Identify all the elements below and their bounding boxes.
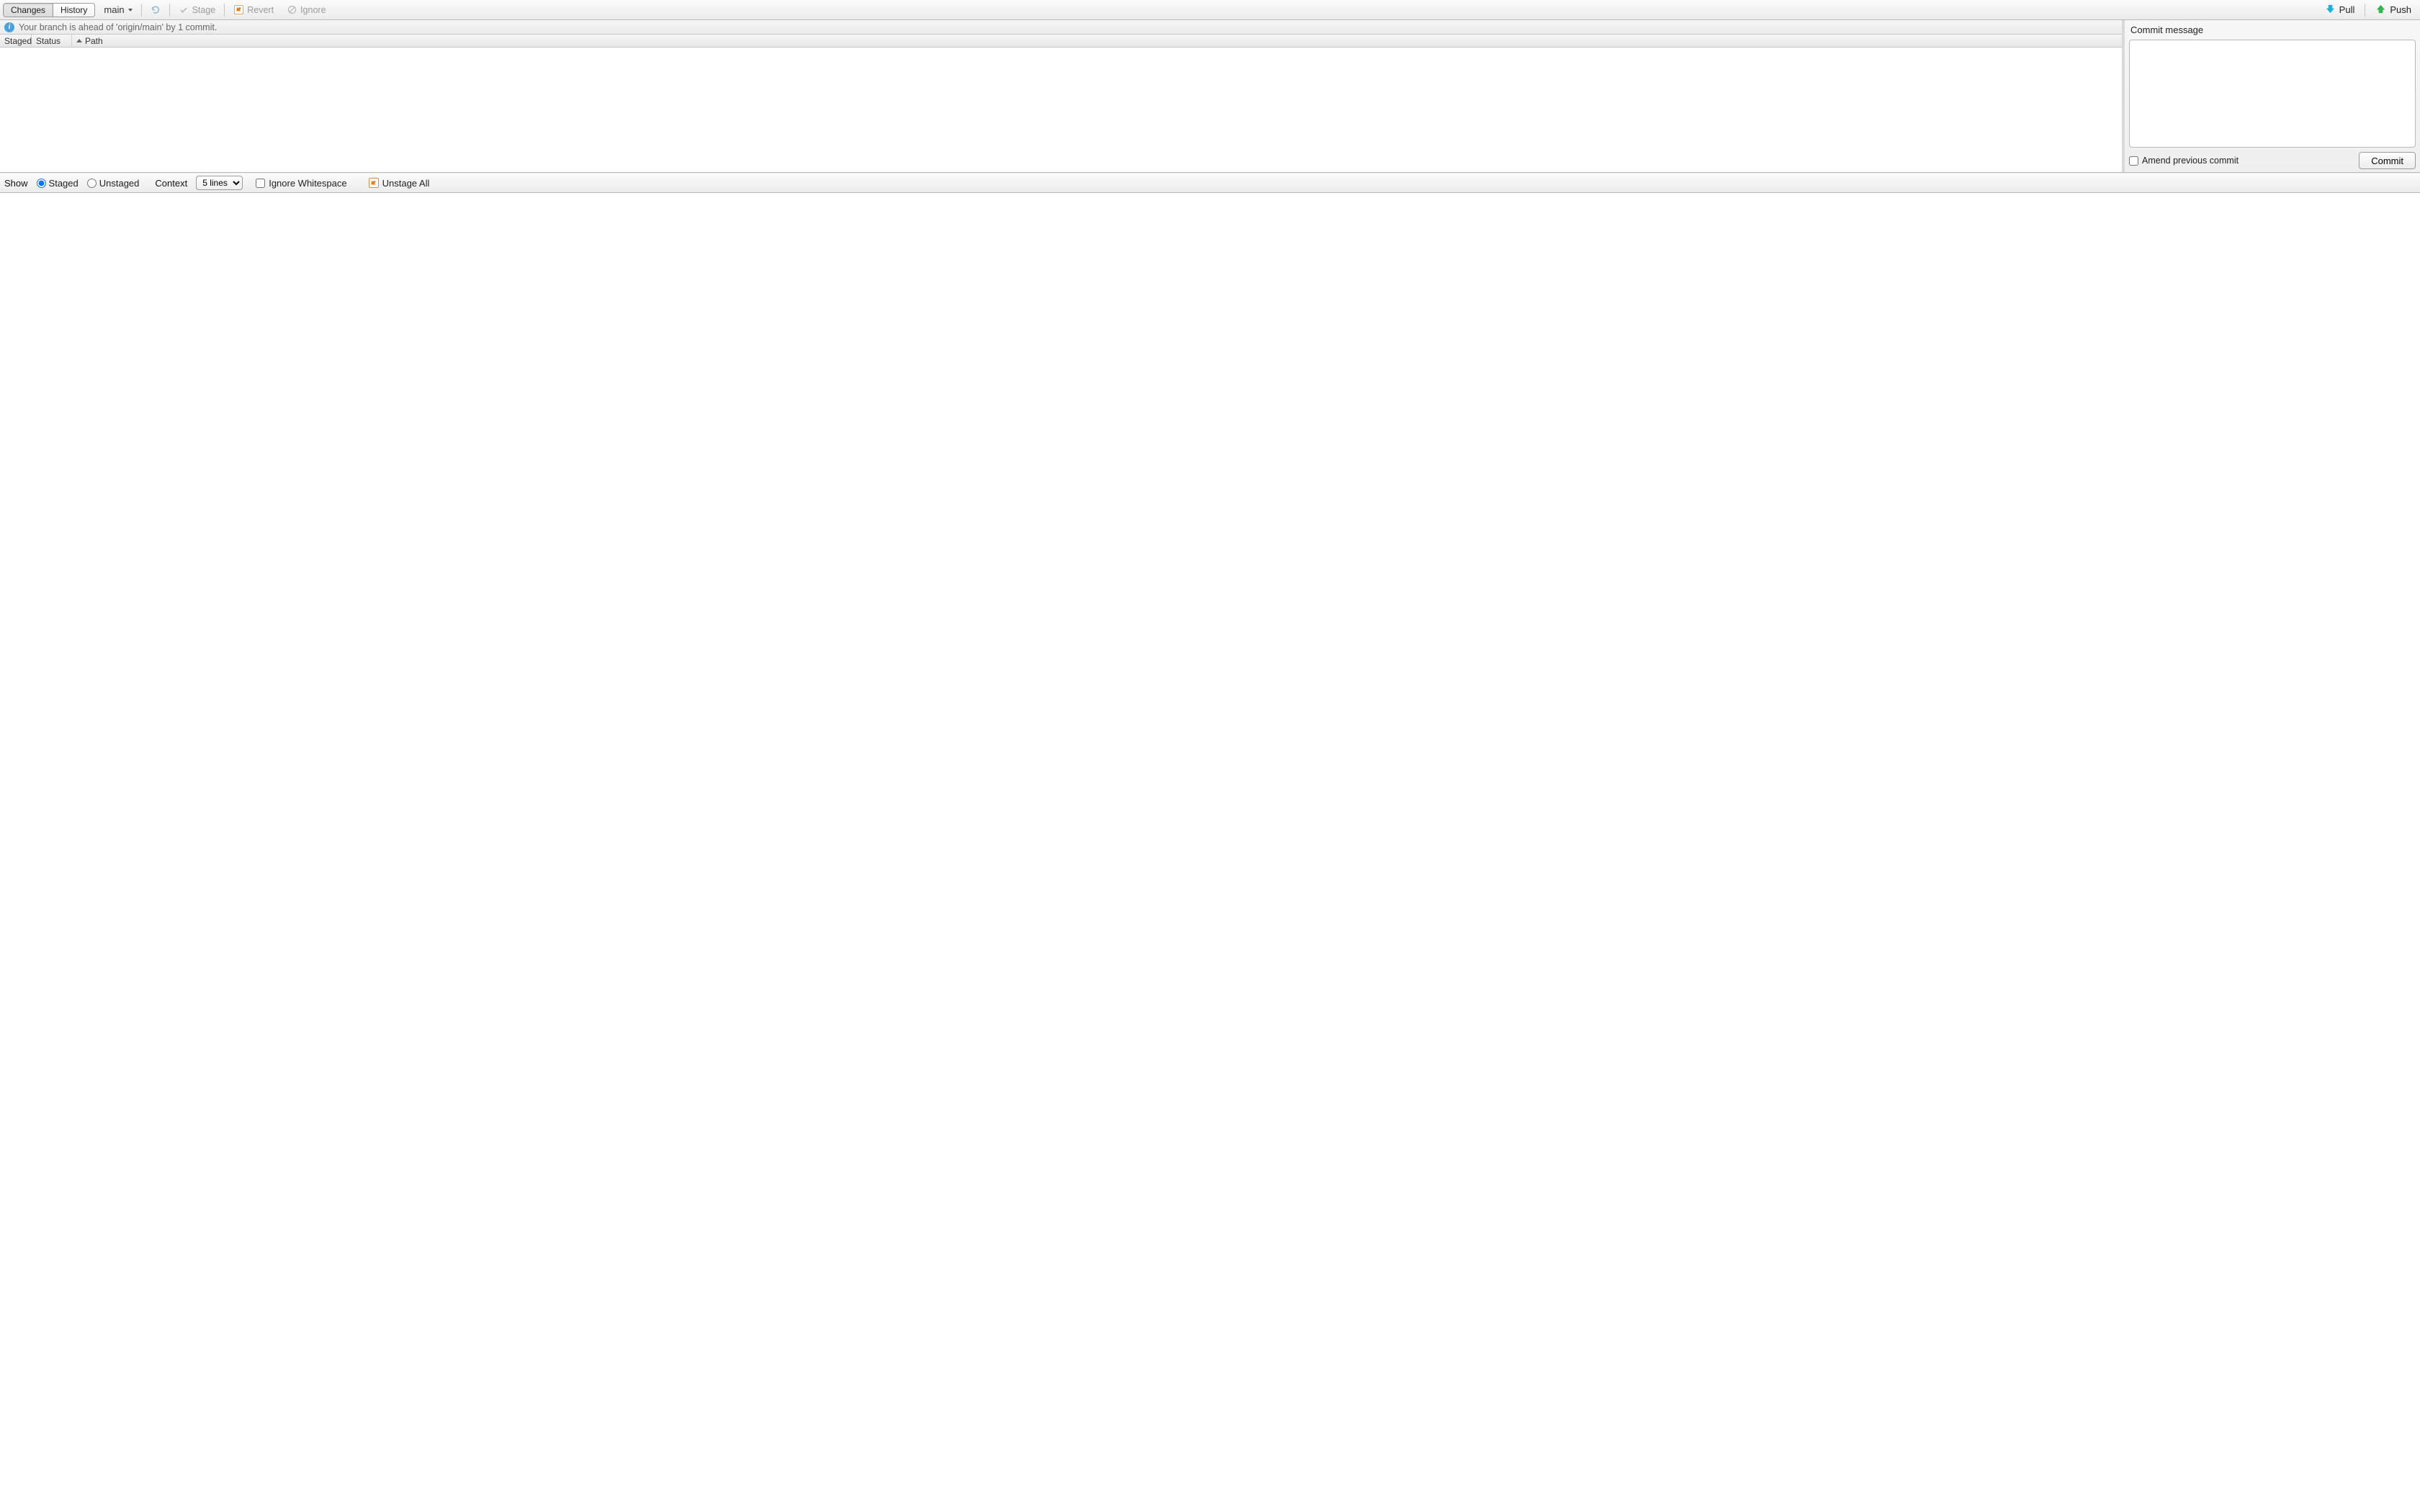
pull-button[interactable]: Pull — [2319, 2, 2361, 18]
radio-staged[interactable]: Staged — [37, 178, 79, 189]
view-switch: Changes History — [3, 3, 95, 17]
main-toolbar: Changes History main Stage — [0, 0, 2420, 20]
diff-view[interactable] — [0, 193, 2420, 1512]
ignore-icon — [287, 5, 297, 15]
col-path-label: Path — [85, 36, 103, 46]
col-staged[interactable]: Staged — [0, 35, 32, 47]
file-list-pane: i Your branch is ahead of 'origin/main' … — [0, 20, 2125, 172]
separator — [169, 4, 170, 17]
commit-message-input[interactable] — [2129, 40, 2416, 148]
radio-unstaged-label: Unstaged — [99, 178, 140, 189]
pull-label: Pull — [2339, 4, 2355, 15]
ignore-whitespace-checkbox[interactable] — [256, 179, 265, 188]
radio-unstaged[interactable]: Unstaged — [87, 178, 140, 189]
branch-name: main — [104, 4, 124, 15]
branch-dropdown[interactable]: main — [99, 3, 136, 17]
context-label: Context — [155, 178, 187, 189]
stage-button[interactable]: Stage — [174, 2, 220, 18]
col-path[interactable]: Path — [72, 35, 2122, 47]
unstage-all-button[interactable]: Unstage All — [369, 178, 430, 189]
commit-pane: Commit message Amend previous commit Com… — [2125, 20, 2420, 172]
refresh-button[interactable] — [146, 2, 165, 18]
push-label: Push — [2390, 4, 2411, 15]
amend-label: Amend previous commit — [2142, 156, 2238, 166]
pull-arrow-icon — [2325, 4, 2336, 17]
unstage-all-label: Unstage All — [382, 178, 430, 189]
tab-history[interactable]: History — [53, 4, 94, 17]
ignore-button[interactable]: Ignore — [282, 2, 330, 18]
ignore-label: Ignore — [300, 5, 326, 15]
radio-staged-input[interactable] — [37, 179, 46, 188]
refresh-icon — [151, 5, 161, 15]
sort-asc-icon — [76, 39, 82, 42]
branch-status-message: Your branch is ahead of 'origin/main' by… — [19, 22, 217, 32]
branch-status-bar: i Your branch is ahead of 'origin/main' … — [0, 20, 2122, 35]
radio-staged-label: Staged — [49, 178, 79, 189]
amend-checkbox[interactable] — [2129, 156, 2138, 166]
separator — [141, 4, 142, 17]
revert-button[interactable]: Revert — [229, 2, 278, 18]
show-label: Show — [4, 178, 28, 189]
ignore-whitespace-label: Ignore Whitespace — [269, 178, 346, 189]
file-list-header: Staged Status Path — [0, 35, 2122, 48]
info-icon: i — [4, 22, 14, 32]
commit-message-label: Commit message — [2129, 24, 2416, 35]
file-list-body[interactable] — [0, 48, 2122, 172]
stage-label: Stage — [192, 5, 216, 15]
check-icon — [179, 5, 189, 15]
ignore-whitespace[interactable]: Ignore Whitespace — [256, 178, 346, 189]
context-select[interactable]: 5 lines — [196, 176, 243, 190]
separator — [224, 4, 225, 17]
commit-button[interactable]: Commit — [2359, 152, 2416, 169]
radio-unstaged-input[interactable] — [87, 179, 97, 188]
amend-checkbox-row[interactable]: Amend previous commit — [2129, 156, 2238, 166]
col-status[interactable]: Status — [32, 35, 72, 47]
revert-icon — [369, 178, 379, 188]
diff-toolbar: Show Staged Unstaged Context 5 lines Ign… — [0, 173, 2420, 193]
push-arrow-icon — [2375, 4, 2386, 17]
revert-label: Revert — [247, 5, 274, 15]
push-button[interactable]: Push — [2370, 2, 2417, 18]
chevron-down-icon — [128, 9, 133, 12]
revert-icon — [233, 5, 243, 15]
toolbar-right: Pull Push — [2319, 2, 2417, 18]
tab-changes[interactable]: Changes — [4, 4, 53, 17]
